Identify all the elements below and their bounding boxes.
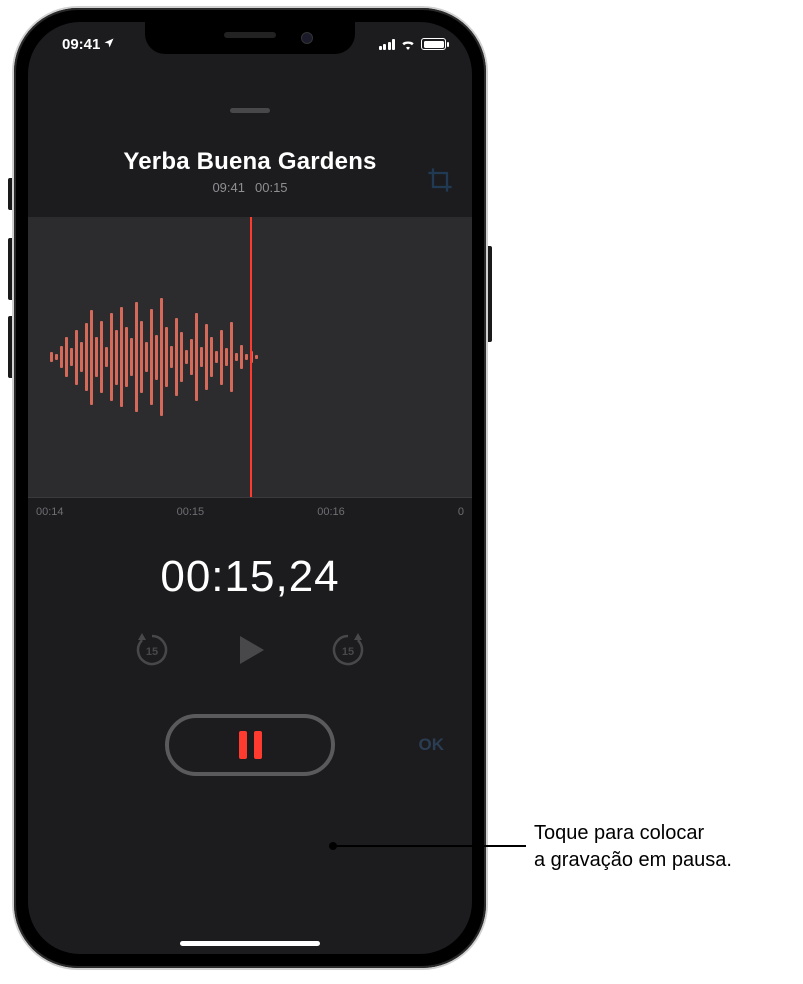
- pause-recording-button[interactable]: [165, 714, 335, 776]
- recording-created-time: 09:41: [212, 180, 245, 195]
- play-button[interactable]: [232, 632, 268, 668]
- notch: [145, 22, 355, 54]
- location-icon: [103, 37, 115, 52]
- sheet-handle[interactable]: [230, 108, 270, 113]
- recorder-content: Yerba Buena Gardens 09:41 00:15 00:14 00…: [28, 132, 472, 954]
- skip-forward-15-button[interactable]: 15: [328, 630, 368, 670]
- transport-controls: 15 15: [28, 630, 472, 670]
- status-time: 09:41: [62, 36, 100, 53]
- elapsed-timer: 00:15,24: [28, 552, 472, 602]
- waveform-area[interactable]: [28, 217, 472, 497]
- power-button[interactable]: [486, 246, 492, 342]
- wifi-icon: [400, 38, 416, 50]
- phone-frame: 09:41 Yerba Buena Gardens 09:41 00:15: [14, 8, 486, 968]
- ruler-tick: 00:16: [317, 506, 345, 518]
- recording-duration: 00:15: [255, 180, 288, 195]
- ruler-tick: 00:14: [36, 506, 64, 518]
- home-indicator[interactable]: [180, 941, 320, 946]
- callout-text: Toque para colocar a gravação em pausa.: [534, 820, 794, 874]
- front-camera: [301, 32, 313, 44]
- battery-icon: [421, 38, 446, 50]
- ruler-tick: 00:15: [177, 506, 205, 518]
- trim-button[interactable]: [426, 166, 454, 194]
- pause-icon: [239, 731, 262, 759]
- playhead[interactable]: [250, 217, 252, 497]
- callout-line: [332, 845, 526, 847]
- waveform: [28, 277, 258, 437]
- earpiece: [224, 32, 276, 38]
- ruler-tick: 0: [458, 506, 464, 518]
- recording-title[interactable]: Yerba Buena Gardens: [48, 148, 452, 176]
- screen: 09:41 Yerba Buena Gardens 09:41 00:15: [28, 22, 472, 954]
- time-ruler: 00:14 00:15 00:16 0: [28, 497, 472, 518]
- done-button[interactable]: OK: [419, 735, 445, 755]
- svg-text:15: 15: [146, 646, 158, 658]
- cellular-icon: [379, 39, 396, 50]
- svg-text:15: 15: [342, 646, 354, 658]
- skip-back-15-button[interactable]: 15: [132, 630, 172, 670]
